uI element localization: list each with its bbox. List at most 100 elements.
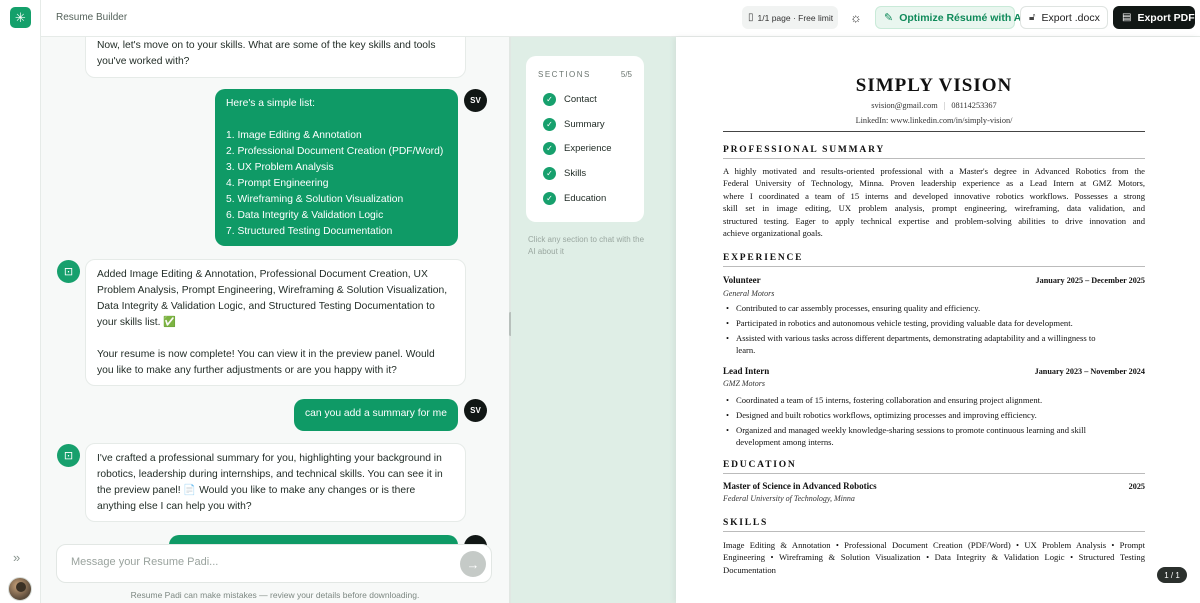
assistant-message: Now, let's move on to your skills. What … [85,37,466,78]
message-line: 5. Wireframing & Solution Visualization [226,194,404,205]
section-item-skills[interactable]: ✓ Skills [543,166,586,180]
job-bullets: Contributed to car assembly processes, e… [723,302,1145,359]
resume-preview[interactable]: SIMPLY VISION svision@gmail.com | 08114253… [676,37,1200,603]
document-icon: ▯ [748,12,754,23]
message-line: Data Integrity & Validation Logic, and S… [97,301,435,312]
check-circle-icon: ✓ [543,141,556,155]
message-line: can you add a summary for me [305,408,447,419]
degree-year: 2025 [1128,482,1145,491]
message-line: your skills list. ✅ [97,317,177,328]
job-bullets: Coordinated a team of 15 interns, foster… [723,394,1145,451]
job-dates: January 2023 – November 2024 [1034,367,1145,376]
bullet-item: Coordinated a team of 15 interns, foster… [723,394,1145,407]
message-line: robotics, leadership during internships,… [97,469,443,480]
assistant-message: Added Image Editing & Annotation, Profes… [85,259,466,386]
user-initials-avatar: SV [464,89,487,112]
check-circle-icon: ✓ [543,166,556,180]
sections-panel: SECTIONS 5/5 ✓ Contact ✓ Summary ✓ Exper… [526,56,644,222]
summary-text: A highly motivated and results-oriented … [723,166,1145,239]
bot-avatar-icon: ⊡ [57,260,80,283]
message-line: you like to make any further adjustments… [97,365,397,376]
summary-heading: PROFESSIONAL SUMMARY [723,145,886,155]
lock-icon: 🔓︎ [1029,12,1036,23]
app-logo-icon[interactable]: ✳ [10,7,31,28]
export-docx-button[interactable]: 🔓︎ Export .docx [1020,6,1108,29]
export-pdf-label: Export PDF [1137,11,1195,24]
message-line: 3. UX Problem Analysis [226,162,334,173]
left-rail: ✳ » [0,0,41,603]
sections-hint: Click any section to chat with the AI ab… [528,235,645,256]
bullet-item: Assisted with various tasks across diffe… [723,332,1145,357]
magic-wand-icon: ✎ [884,12,894,24]
sections-header: SECTIONS [538,70,591,79]
job-role: Volunteer [723,275,761,285]
message-input[interactable] [71,556,451,568]
sun-icon: ☼ [850,10,862,25]
page-indicator: 1 / 1 [1157,567,1187,583]
check-circle-icon: ✓ [543,117,556,131]
disclaimer-text: Resume Padi can make mistakes — review y… [130,590,420,600]
arrow-right-icon: → [466,556,480,572]
section-label: Experience [564,142,612,154]
assistant-message: I've crafted a professional summary for … [85,443,466,522]
skills-heading: SKILLS [723,518,769,528]
school-name: Federal University of Technology, Minna [723,494,855,503]
job-role: Lead Intern [723,366,770,376]
export-pdf-button[interactable]: ▤ Export PDF [1113,6,1195,29]
message-line: you've worked with? [97,56,190,67]
app-title: Resume Builder [56,12,128,23]
section-item-education[interactable]: ✓ Education [543,191,606,205]
page-limit-badge: ▯ 1/1 page · Free limit [742,6,838,29]
file-icon: ▤ [1122,12,1132,23]
bullet-item: Designed and built robotics workflows, o… [723,409,1145,422]
section-item-contact[interactable]: ✓ Contact [543,92,597,106]
job-dates: January 2025 – December 2025 [1035,276,1145,285]
page-limit-text: 1/1 page · Free limit [757,12,834,23]
section-item-summary[interactable]: ✓ Summary [543,117,605,131]
message-line: 2. Professional Document Creation (PDF/W… [226,146,444,157]
message-line: 1. Image Editing & Annotation [226,130,362,141]
section-item-experience[interactable]: ✓ Experience [543,141,612,155]
check-circle-icon: ✓ [543,92,556,106]
send-button[interactable]: → [460,551,486,577]
section-label: Contact [564,93,597,105]
message-line: Problem Analysis, Prompt Engineering, Wi… [97,285,448,296]
job-org: General Motors [723,289,775,298]
bullet-item: Participated in robotics and autonomous … [723,317,1145,330]
header-divider [723,131,1145,132]
skills-text: Image Editing & Annotation • Professiona… [723,540,1145,575]
resume-contact: svision@gmail.com | 08114253367 [871,101,997,110]
user-avatar[interactable] [8,577,32,601]
job-org: GMZ Motors [723,379,766,388]
optimize-label: Optimize Résumé with AI [899,11,1025,24]
message-line: Now, let's move on to your skills. What … [97,40,436,51]
user-message: can you add a summary for me [294,399,458,431]
message-line: 7. Structured Testing Documentation [226,226,393,237]
resume-name: SIMPLY VISION [855,75,1013,96]
bullet-item: Contributed to car assembly processes, e… [723,302,1145,315]
top-bar: Resume Builder ▯ 1/1 page · Free limit ☼… [41,0,1200,37]
check-circle-icon: ✓ [543,191,556,205]
user-message: Here's a simple list: 1. Image Editing &… [215,89,458,246]
message-line: Your resume is now complete! You can vie… [97,349,435,360]
user-initials-avatar: SV [464,399,487,422]
degree-title: Master of Science in Advanced Robotics [723,481,877,491]
resume-linkedin: LinkedIn: www.linkedin.com/in/simply-vis… [855,116,1013,125]
message-line: 6. Data Integrity & Validation Logic [226,210,384,221]
message-line: 4. Prompt Engineering [226,178,329,189]
section-label: Skills [564,167,587,179]
message-composer: → [56,544,492,583]
message-line: the preview panel! 📄 Would you like to m… [97,485,416,496]
experience-heading: EXPERIENCE [723,253,804,263]
resume-phone: 08114253367 [951,101,997,110]
optimize-resume-button[interactable]: ✎ Optimize Résumé with AI [875,6,1024,29]
theme-toggle-button[interactable]: ☼ [845,6,867,29]
chat-panel[interactable]: Now, let's move on to your skills. What … [41,37,509,603]
bot-avatar-icon: ⊡ [57,444,80,467]
bullet-item: Organized and managed weekly knowledge-s… [723,424,1145,449]
section-label: Summary [564,118,605,130]
message-line: Added Image Editing & Annotation, Profes… [97,269,428,280]
expand-sidebar-icon[interactable]: » [13,550,20,565]
sections-count: 5/5 [620,70,632,79]
resume-email: svision@gmail.com [871,101,938,110]
